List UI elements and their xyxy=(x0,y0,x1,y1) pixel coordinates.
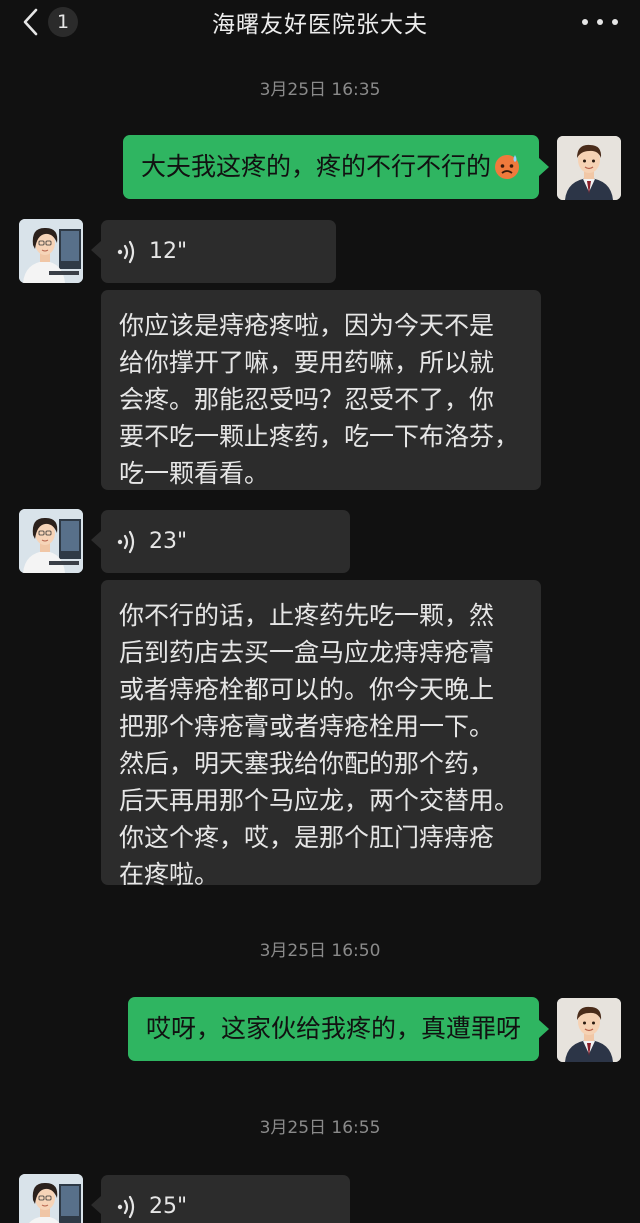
outgoing-message-bubble[interactable]: 大夫我这疼的，疼的不行不行的 xyxy=(122,135,539,199)
more-options-button[interactable] xyxy=(582,12,618,32)
doctor-avatar[interactable] xyxy=(19,219,83,283)
voice-wave-icon xyxy=(117,530,135,553)
transcript-line: 你不行的话，止疼药先吃一颗，然 xyxy=(119,601,495,630)
bubble-tail xyxy=(539,1020,549,1038)
more-dots-icon xyxy=(582,19,588,25)
message-timestamp: 3月25日 16:35 xyxy=(259,80,381,100)
voice-message-bubble[interactable]: 12" xyxy=(101,220,336,283)
self-avatar[interactable] xyxy=(557,136,621,200)
transcript-line: 然后，明天塞我给你配的那个药， xyxy=(119,749,495,778)
more-dots-icon xyxy=(597,19,603,25)
bubble-tail xyxy=(91,531,101,549)
transcript-line: 吃一颗看看。 xyxy=(119,459,270,488)
voice-wave-icon xyxy=(117,240,135,263)
more-dots-icon xyxy=(612,19,618,25)
doctor-avatar[interactable] xyxy=(19,1174,83,1223)
chat-title: 海曙友好医院张大夫 xyxy=(212,12,428,38)
transcript-line: 给你撑开了嘛，要用药嘛，所以就 xyxy=(119,348,495,377)
transcript-line: 要不吃一颗止疼药，吃一下布洛芬， xyxy=(119,422,520,451)
voice-duration: 23" xyxy=(149,529,188,554)
female-doctor-avatar-icon xyxy=(19,509,83,573)
voice-wave-icon xyxy=(117,1195,135,1218)
message-timestamp: 3月25日 16:50 xyxy=(259,941,381,961)
voice-message-bubble[interactable]: 23" xyxy=(101,510,350,573)
voice-duration: 25" xyxy=(149,1194,188,1219)
female-doctor-avatar-icon xyxy=(19,1174,83,1223)
voice-transcript-bubble[interactable]: 你不行的话，止疼药先吃一颗，然 后到药店去买一盒马应龙痔痔疮膏 或者痔疮栓都可以… xyxy=(101,580,541,889)
bubble-tail xyxy=(91,241,101,259)
male-avatar-icon xyxy=(557,136,621,200)
message-text: 哎呀，这家伙给我疼的，真遭罪呀 xyxy=(145,1014,521,1043)
voice-duration: 12" xyxy=(149,239,188,264)
transcript-line: 你这个疼，哎，是那个肛门痔痔疮 xyxy=(119,823,495,852)
message-timestamp: 3月25日 16:55 xyxy=(259,1118,381,1138)
female-doctor-avatar-icon xyxy=(19,219,83,283)
bubble-tail xyxy=(91,1196,101,1214)
transcript-line: 会疼。那能忍受吗？忍受不了，你 xyxy=(119,385,495,414)
voice-transcript-bubble[interactable]: 你应该是痔疮疼啦，因为今天不是 给你撑开了嘛，要用药嘛，所以就 会疼。那能忍受吗… xyxy=(101,290,541,490)
outgoing-message-bubble[interactable]: 哎呀，这家伙给我疼的，真遭罪呀 xyxy=(127,997,539,1061)
bubble-tail xyxy=(539,158,549,176)
doctor-avatar[interactable] xyxy=(19,509,83,573)
transcript-line: 后到药店去买一盒马应龙痔痔疮膏 xyxy=(119,638,495,667)
voice-message-bubble[interactable]: 25" xyxy=(101,1175,350,1223)
sweating-face-emoji xyxy=(495,155,519,179)
self-avatar[interactable] xyxy=(557,998,621,1062)
chat-header: 1 海曙友好医院张大夫 xyxy=(0,0,640,44)
transcript-line: 或者痔疮栓都可以的。你今天晚上 xyxy=(119,675,495,704)
transcript-line: 后天再用那个马应龙，两个交替用。 xyxy=(119,786,520,815)
transcript-line: 在疼啦。 xyxy=(119,860,220,889)
transcript-line: 你应该是痔疮疼啦，因为今天不是 xyxy=(119,311,495,340)
chat-screen: 1 海曙友好医院张大夫 3月25日 16:35 大夫我这疼的，疼的不行不行的 1… xyxy=(0,0,640,1223)
male-avatar-icon xyxy=(557,998,621,1062)
message-text: 大夫我这疼的，疼的不行不行的 xyxy=(140,152,491,181)
transcript-line: 把那个痔疮膏或者痔疮栓用一下。 xyxy=(119,712,495,741)
